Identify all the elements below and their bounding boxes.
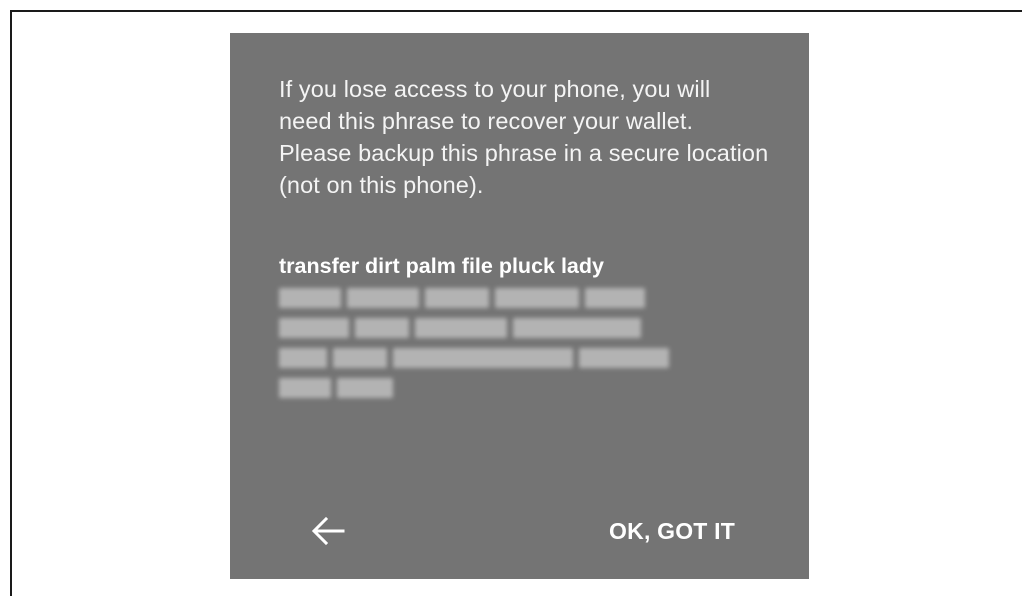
back-button[interactable] — [308, 511, 348, 551]
recovery-phrase-blurred — [279, 283, 759, 403]
blurred-phrase-line — [279, 373, 759, 403]
backup-warning-message: If you lose access to your phone, you wi… — [279, 76, 769, 198]
blurred-phrase-line — [279, 343, 759, 373]
ok-got-it-button[interactable]: OK, GOT IT — [609, 513, 735, 549]
arrow-left-icon — [311, 516, 345, 546]
backup-phrase-dialog: If you lose access to your phone, you wi… — [230, 33, 809, 579]
blurred-phrase-line — [279, 313, 759, 343]
recovery-phrase-visible: transfer dirt palm file pluck lady — [279, 254, 604, 278]
blurred-phrase-line — [279, 283, 759, 313]
recovery-phrase: transfer dirt palm file pluck lady — [279, 251, 759, 403]
